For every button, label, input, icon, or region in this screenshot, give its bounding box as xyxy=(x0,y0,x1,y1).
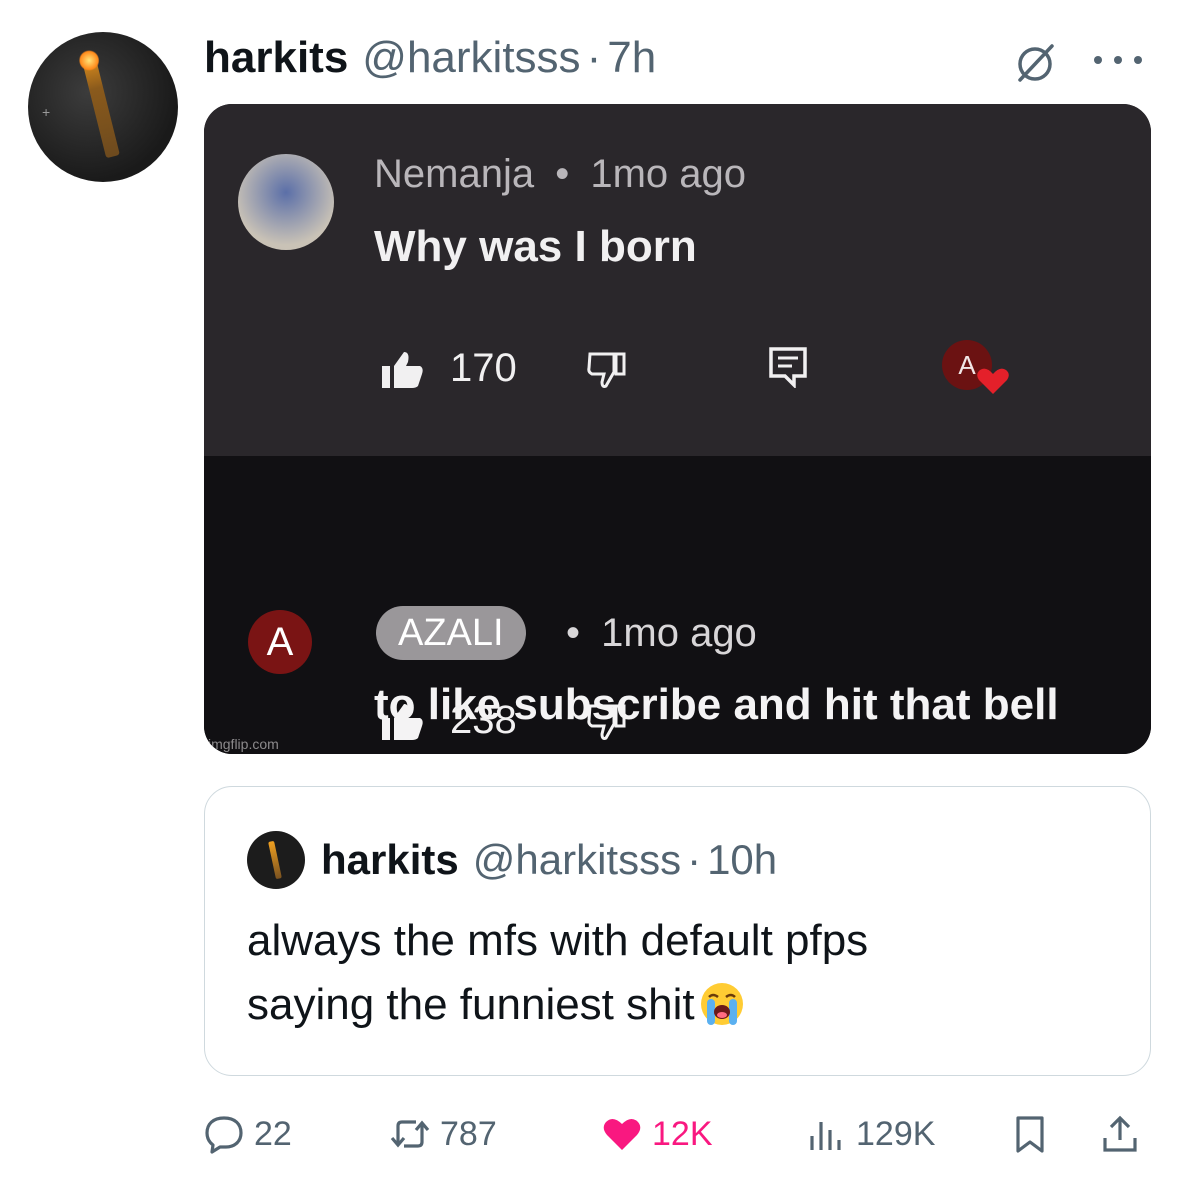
bookmark-icon xyxy=(1016,1116,1044,1153)
view-count: 129K xyxy=(856,1114,936,1153)
thumbs-up-icon xyxy=(382,704,423,740)
analytics-icon xyxy=(810,1122,841,1150)
views-button[interactable]: 129K xyxy=(806,1106,935,1162)
post-media-image[interactable]: Nemanja • 1mo ago Why was I born 170 A A… xyxy=(204,104,1151,754)
comment-meta-1: Nemanja • 1mo ago xyxy=(374,152,746,197)
quoted-post[interactable]: harkits @harkitsss · 10h always the mfs … xyxy=(204,786,1151,1076)
repost-button[interactable]: 787 xyxy=(390,1106,497,1162)
quoted-header: harkits @harkitsss · 10h xyxy=(321,831,777,889)
reply-button[interactable]: 22 xyxy=(204,1106,292,1162)
repost-icon xyxy=(390,1120,430,1148)
comment-card-1: Nemanja • 1mo ago Why was I born 170 A xyxy=(204,104,1151,456)
torch-image xyxy=(82,57,120,159)
author-handle[interactable]: @harkitsss xyxy=(362,33,580,83)
post-time[interactable]: 7h xyxy=(607,33,656,83)
comment-meta-2: • 1mo ago xyxy=(566,606,757,660)
reply-icon xyxy=(205,1116,243,1154)
quoted-author-name: harkits xyxy=(321,836,459,883)
separator-dot: • xyxy=(566,611,581,655)
like-button[interactable]: 12K xyxy=(602,1106,713,1162)
like-count: 12K xyxy=(652,1114,713,1153)
channel-owner-badge: AZALI xyxy=(376,606,526,660)
post-header: harkits @harkitsss · 7h xyxy=(204,30,656,86)
thumbs-up-icon xyxy=(382,352,423,388)
torch-image xyxy=(268,840,282,880)
quoted-author-avatar xyxy=(247,831,305,889)
loudly-crying-face-icon xyxy=(700,983,743,1025)
author-name[interactable]: harkits xyxy=(204,33,348,83)
separator-dot: · xyxy=(687,836,702,883)
comment-text: Why was I born xyxy=(374,222,697,271)
quoted-text-line-2: saying the funniest shit xyxy=(247,973,1127,1037)
quoted-text-line-1: always the mfs with default pfps xyxy=(247,916,869,965)
more-options-icon[interactable] xyxy=(1088,50,1148,70)
comment-time: 1mo ago xyxy=(590,152,747,196)
reply-count: 22 xyxy=(254,1114,292,1153)
share-button[interactable] xyxy=(1100,1106,1150,1162)
comment-author: Nemanja xyxy=(374,152,535,196)
heart-icon xyxy=(977,368,1009,394)
quoted-text: always the mfs with default pfps saying … xyxy=(247,909,1127,1037)
reply-comment-icon xyxy=(769,347,807,388)
like-count: 238 xyxy=(450,698,517,742)
grok-icon[interactable] xyxy=(1012,40,1058,86)
commenter-avatar xyxy=(238,154,334,250)
separator-dot: · xyxy=(586,33,602,82)
watermark: imgflip.com xyxy=(208,736,279,752)
thumbs-down-icon xyxy=(587,704,626,740)
repost-count: 787 xyxy=(440,1114,497,1153)
quoted-author-handle: @harkitsss xyxy=(472,836,682,883)
separator-dot: • xyxy=(555,152,570,196)
author-avatar[interactable]: + xyxy=(28,32,178,182)
like-count: 170 xyxy=(450,346,517,390)
quoted-text-line-2-text: saying the funniest shit xyxy=(247,980,695,1029)
thumbs-down-icon xyxy=(587,352,626,388)
crosshair-icon: + xyxy=(42,104,51,120)
action-bar: 22 787 12K 129K xyxy=(204,1106,1154,1162)
commenter-avatar-default: A xyxy=(248,610,312,674)
share-icon xyxy=(1103,1115,1137,1152)
quoted-time: 10h xyxy=(707,836,778,883)
comment-time: 1mo ago xyxy=(601,611,757,655)
comment-card-2: A AZALI • 1mo ago to like subscribe and … xyxy=(204,456,1151,754)
bookmark-button[interactable] xyxy=(1010,1106,1060,1162)
heart-icon xyxy=(603,1118,641,1150)
